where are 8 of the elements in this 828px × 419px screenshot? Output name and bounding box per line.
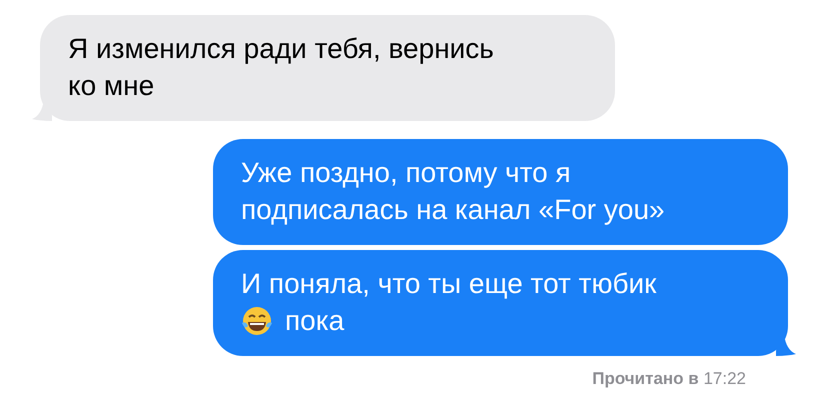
message-text: Уже поздно, потому что я [241,156,571,190]
message-text: пока [285,304,344,338]
read-receipt: Прочитано в 17:22 [592,368,746,390]
message-text: Я изменился ради тебя, вернись [68,32,494,66]
message-text: ко мне [68,69,154,103]
message-text: И поняла, что ты еще тот тюбик [241,267,656,301]
message-text: подписалась на канал «For you» [241,193,665,227]
emoji-icon [241,304,273,336]
